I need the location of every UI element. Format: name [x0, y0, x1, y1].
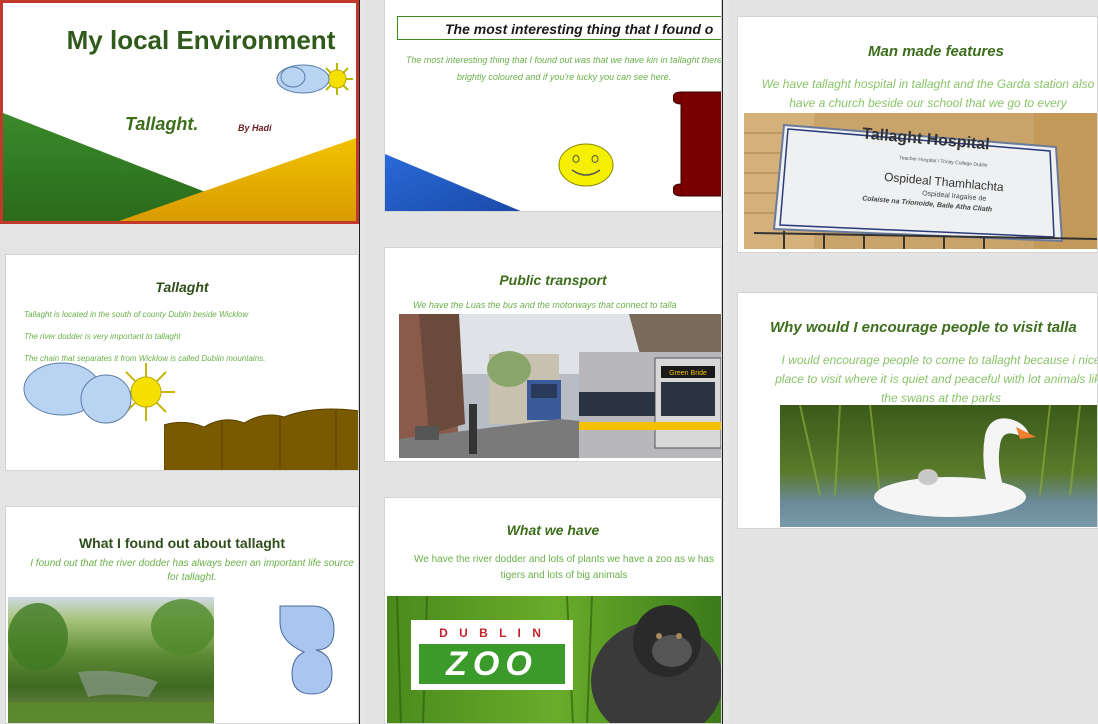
slide-column-1: My local Environment Tallaght. By Hadi T…: [0, 0, 359, 724]
slide-what-we-have-text: We have the river dodder and lots of pla…: [414, 554, 714, 581]
hills-graphic: [3, 113, 356, 221]
smiley-icon: [558, 143, 614, 187]
slide-interesting-title: The most interesting thing that I found …: [445, 21, 714, 37]
swan-photo: [780, 405, 1097, 527]
slide-main-title: My local Environment: [66, 25, 336, 55]
slide-tallaght-line-2: The river dodder is very important to ta…: [24, 332, 181, 341]
slide-why-visit[interactable]: Why would I encourage people to visit ta…: [737, 292, 1098, 529]
river-photo: [8, 597, 214, 723]
drop-shape-icon: [279, 605, 335, 695]
slide-man-made[interactable]: Man made features We have tallaght hospi…: [737, 16, 1098, 253]
slide-man-made-text: We have tallaght hospital in tallaght an…: [761, 77, 1095, 110]
slide-column-3: Man made features We have tallaght hospi…: [729, 0, 1098, 724]
slide-transport[interactable]: Public transport We have the Luas the bu…: [384, 247, 722, 462]
slide-column-2: The most interesting thing that I found …: [366, 0, 722, 724]
slide-transport-text: We have the Luas the bus and the motorwa…: [413, 300, 677, 310]
mountains-graphic: [164, 408, 358, 470]
slide-interesting-text: The most interesting thing that I found …: [405, 55, 722, 82]
blue-triangle-graphic: [385, 154, 521, 211]
slide-what-we-have[interactable]: What we have We have the river dodder an…: [384, 497, 722, 724]
slide-tallaght-title: Tallaght: [155, 279, 209, 295]
slide-why-visit-title: Why would I encourage people to visit ta…: [770, 319, 1077, 336]
dublin-zoo-logo: D U B L I N ZOO: [411, 620, 573, 690]
cloud-sun-icon: [276, 63, 353, 95]
slide-found-out-title: What I found out about tallaght: [78, 535, 286, 551]
zoo-logo-word: ZOO: [419, 644, 565, 684]
slide-title[interactable]: My local Environment Tallaght. By Hadi: [0, 0, 359, 224]
clouds-sun-icon: [23, 362, 175, 424]
scroll-shape: [673, 91, 721, 197]
hospital-sign-photo: Tallaght Hospital Teacher Hospital / Tri…: [744, 113, 1097, 249]
column-divider-1: [359, 0, 360, 724]
slide-tallaght-line-1: Tallaght is located in the south of coun…: [24, 310, 249, 319]
column-divider-2: [722, 0, 723, 724]
tram-photo: Green Bride: [399, 314, 721, 458]
slide-interesting[interactable]: The most interesting thing that I found …: [384, 0, 722, 212]
slide-tallaght[interactable]: Tallaght Tallaght is located in the sout…: [5, 254, 359, 471]
slide-what-we-have-title: What we have: [506, 522, 600, 538]
slide-found-out[interactable]: What I found out about tallaght I found …: [5, 506, 359, 724]
slide-why-visit-text: I would encourage people to come to tall…: [775, 353, 1098, 405]
slide-man-made-title: Man made features: [868, 43, 1004, 60]
slide-transport-title: Public transport: [499, 272, 607, 288]
slide-found-out-text: I found out that the river dodder has al…: [30, 558, 354, 583]
zoo-logo-top-text: D U B L I N: [439, 626, 545, 640]
tram-destination-sign: Green Bride: [669, 370, 707, 377]
